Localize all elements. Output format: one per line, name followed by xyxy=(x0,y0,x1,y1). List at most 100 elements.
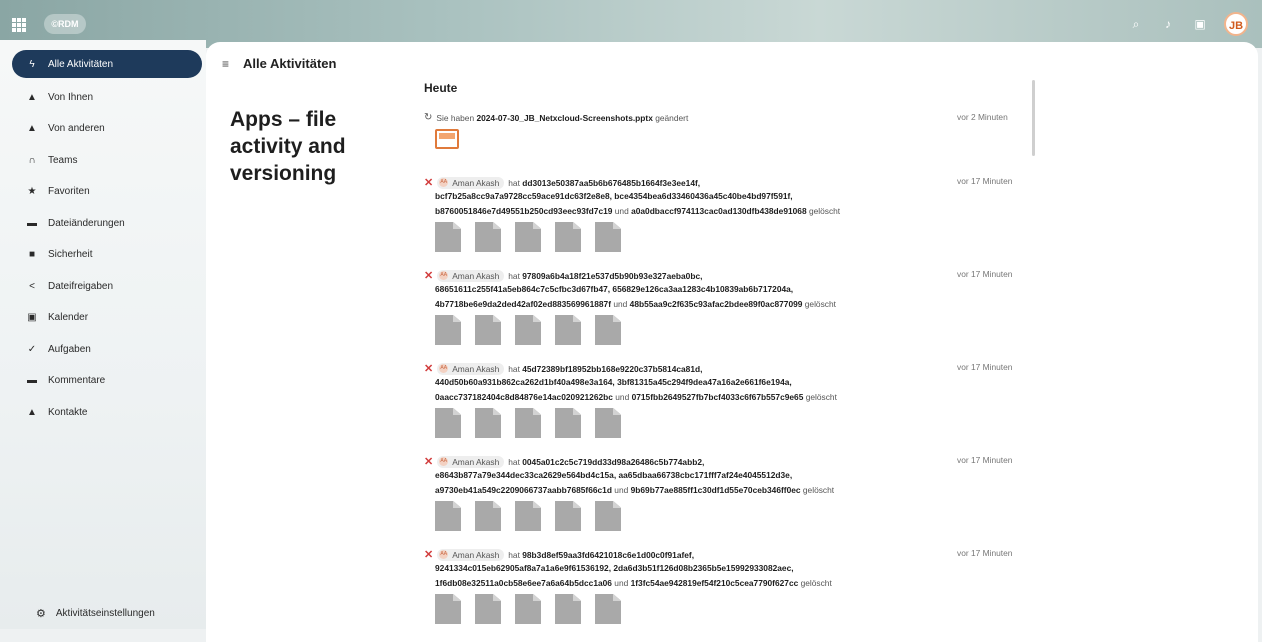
sidebar-item-label: Kontakte xyxy=(48,406,88,418)
activity-line: ✕ AA Aman Akash hat 45d72389bf18952bb168e… xyxy=(424,362,1024,375)
file-link[interactable]: 440d50b60a931b862ca262d1bf40a498e3a164, xyxy=(435,377,615,387)
sidebar-item-security[interactable]: ■ Sicherheit xyxy=(12,239,202,271)
sidebar-item-tasks[interactable]: ✓ Aufgaben xyxy=(12,334,202,366)
file-link[interactable]: 1f6db08e32511a0cb58e6ee7a6a64b5dcc1a06 xyxy=(435,578,612,588)
user-chip[interactable]: AA Aman Akash xyxy=(437,269,505,282)
file-link[interactable]: 2024-07-30_JB_Netxcloud-Screenshots.pptx xyxy=(476,113,652,123)
file-thumbnail-icon[interactable] xyxy=(435,315,461,345)
file-link[interactable]: a0a0dbaccf974113cac0ad130dfb438de91068 xyxy=(631,206,807,216)
search-icon[interactable]: ⌕ xyxy=(1128,16,1144,32)
user-chip[interactable]: AA Aman Akash xyxy=(437,176,505,189)
file-thumbnail-icon[interactable] xyxy=(515,594,541,624)
user-icon: ▲ xyxy=(27,91,37,103)
activity-text: geändert xyxy=(655,112,689,123)
user-chip[interactable]: AA Aman Akash xyxy=(437,548,505,561)
file-thumbnails xyxy=(435,315,1024,345)
file-thumbnail-icon[interactable] xyxy=(515,501,541,531)
sidebar-item-teams[interactable]: ∩ Teams xyxy=(12,145,202,177)
activity-settings-button[interactable]: ⚙ Aktivitätseinstellungen xyxy=(36,607,155,620)
activity-line: ↻ Sie haben 2024-07-30_JB_Netxcloud-Scre… xyxy=(424,112,1024,123)
refresh-icon: ↻ xyxy=(424,112,433,123)
sidebar-item-label: Kommentare xyxy=(48,375,106,387)
file-thumbnail-icon[interactable] xyxy=(595,594,621,624)
delete-icon: ✕ xyxy=(424,177,434,189)
activity-time: vor 17 Minuten xyxy=(957,269,1013,279)
calendar-icon: ▣ xyxy=(27,312,37,324)
file-thumbnail-icon[interactable] xyxy=(435,222,461,252)
file-thumbnail-icon[interactable] xyxy=(555,222,581,252)
sidebar-item-comments[interactable]: ▬ Kommentare xyxy=(12,365,202,397)
file-list: 9241334c015eb62905af8a7a1a6e9f61536192, … xyxy=(435,561,1024,576)
file-link[interactable]: 0715fbb2649527fb7bcf4033c6f67b557c9e65 xyxy=(632,392,804,402)
file-thumbnail-icon[interactable] xyxy=(595,315,621,345)
scrollbar[interactable] xyxy=(1032,80,1035,156)
file-thumbnail-icon[interactable] xyxy=(475,315,501,345)
apps-grid-icon[interactable] xyxy=(12,18,26,32)
file-thumbnail-icon[interactable] xyxy=(475,594,501,624)
file-thumbnail-icon[interactable] xyxy=(475,501,501,531)
file-thumbnail-icon[interactable] xyxy=(595,501,621,531)
file-link[interactable]: e8643b877a79e344dec33ca2629e564bd4c15a, xyxy=(435,470,616,480)
file-link[interactable]: b8760051846e7d49551b250cd93eec93fd7c19 xyxy=(435,206,612,216)
file-list: 440d50b60a931b862ca262d1bf40a498e3a164, … xyxy=(435,375,1024,390)
file-link[interactable]: 2da6d3b51f126d08b2365b5e15992933082aec, xyxy=(613,563,793,573)
file-thumbnail-icon[interactable] xyxy=(435,594,461,624)
file-thumbnail-icon[interactable] xyxy=(515,408,541,438)
brand-logo[interactable]: ©RDM xyxy=(44,14,86,34)
folder-icon: ▬ xyxy=(27,217,37,229)
user-chip[interactable]: AA Aman Akash xyxy=(437,362,505,375)
file-thumbnail-icon[interactable] xyxy=(595,408,621,438)
file-thumbnail-icon[interactable] xyxy=(555,501,581,531)
sidebar-item-calendar[interactable]: ▣ Kalender xyxy=(12,302,202,334)
file-thumbnail-icon[interactable] xyxy=(555,315,581,345)
file-link[interactable]: 0045a01c2c5c719dd33d98a26486c5b774abb2, xyxy=(522,457,704,467)
file-link[interactable]: aa65dbaa66738cbc171fff7af24e4045512d3e, xyxy=(618,470,792,480)
file-link[interactable]: 656829e126ca3aa1283c4b10839ab6b717204a, xyxy=(612,284,793,294)
sidebar-item-all-activities[interactable]: ϟ Alle Aktivitäten xyxy=(12,50,202,78)
gear-icon: ⚙ xyxy=(36,608,46,620)
sidebar-item-file-shares[interactable]: < Dateifreigaben xyxy=(12,271,202,303)
users-icon: ▲ xyxy=(27,123,37,135)
file-list: e8643b877a79e344dec33ca2629e564bd4c15a, … xyxy=(435,468,1024,483)
sidebar-item-by-you[interactable]: ▲ Von Ihnen xyxy=(12,82,202,114)
file-thumbnail-icon[interactable] xyxy=(435,501,461,531)
file-link[interactable]: bcf7b25a8cc9a7a9728cc59ace91dc63f2e8e8, xyxy=(435,191,612,201)
file-thumbnail-icon[interactable] xyxy=(435,408,461,438)
file-link[interactable]: 3bf81315a45c294f9dea47a16a2e661f6e194a, xyxy=(617,377,792,387)
file-link[interactable]: dd3013e50387aa5b6b676485b1664f3e3ee14f, xyxy=(522,178,700,188)
file-thumbnail-icon[interactable] xyxy=(515,315,541,345)
file-link[interactable]: a9730eb41a549c2209066737aabb7685f66c1d xyxy=(435,485,612,495)
file-thumbnail-icon[interactable] xyxy=(475,222,501,252)
file-link[interactable]: 68651611c255f41a5eb864c7c5cfbc3d67fb47, xyxy=(435,284,610,294)
file-link[interactable]: 9241334c015eb62905af8a7a1a6e9f61536192, xyxy=(435,563,611,573)
file-thumbnail-icon[interactable] xyxy=(595,222,621,252)
activity-entry: ✕ AA Aman Akash hat 45d72389bf18952bb168e… xyxy=(424,362,1024,438)
notifications-icon[interactable]: ♪ xyxy=(1160,16,1176,32)
file-link[interactable]: 1f3fc54ae942819ef54f210c5cea7790f627cc xyxy=(631,578,799,588)
check-icon: ✓ xyxy=(27,343,37,355)
file-link[interactable]: 9b69b77ae885ff1c30df1d55e70ceb346ff0ec xyxy=(631,485,801,495)
file-link[interactable]: bce4354bea6d33460436a45c40be4bd97f591f, xyxy=(614,191,792,201)
sidebar-item-favorites[interactable]: ★ Favoriten xyxy=(12,176,202,208)
file-link[interactable]: 97809a6b4a18f21e537d5b90b93e327aeba0bc, xyxy=(522,271,702,281)
file-link[interactable]: 98b3d8ef59aa3fd6421018c6e1d00c0f91afef, xyxy=(522,550,694,560)
user-chip[interactable]: AA Aman Akash xyxy=(437,455,505,468)
file-link[interactable]: 4b7718be6e9da2ded42af02ed883569961887f xyxy=(435,299,611,309)
file-link[interactable]: 45d72389bf18952bb168e9220c37b5814ca81d, xyxy=(522,364,702,374)
sidebar-item-file-changes[interactable]: ▬ Dateiänderungen xyxy=(12,208,202,240)
file-thumbnail-icon[interactable] xyxy=(555,594,581,624)
user-avatar-icon: AA xyxy=(439,550,449,559)
file-link[interactable]: 0aacc737182404c8d84876e14ac020921262bc xyxy=(435,392,613,402)
activity-time: vor 17 Minuten xyxy=(957,548,1013,558)
file-thumbnail-icon[interactable] xyxy=(515,222,541,252)
avatar[interactable]: JB xyxy=(1224,12,1248,36)
contacts-icon[interactable]: ▣ xyxy=(1192,16,1208,32)
file-thumbnail-icon[interactable] xyxy=(475,408,501,438)
sidebar-item-by-others[interactable]: ▲ Von anderen xyxy=(12,113,202,145)
file-link[interactable]: 48b55aa9c2f635c93afac2bdee89f0ac877099 xyxy=(630,299,803,309)
teams-icon: ∩ xyxy=(28,154,36,166)
menu-toggle-icon[interactable]: ≡ xyxy=(222,57,229,71)
pptx-file-icon[interactable] xyxy=(435,129,459,149)
sidebar-item-contacts[interactable]: ▲ Kontakte xyxy=(12,397,202,429)
file-thumbnail-icon[interactable] xyxy=(555,408,581,438)
